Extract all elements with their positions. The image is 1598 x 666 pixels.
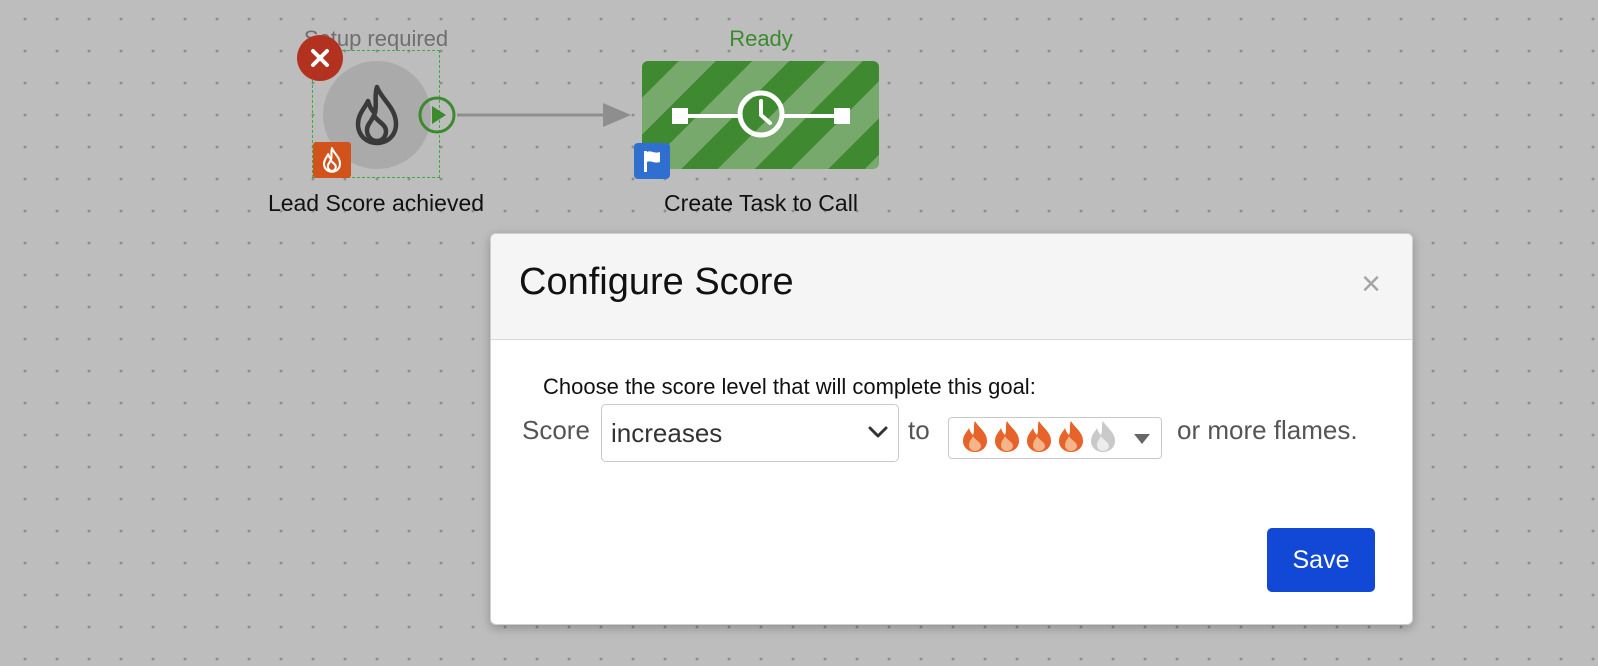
- goal-node-status: Setup required: [303, 26, 449, 51]
- flames-suffix: or more flames.: [1177, 415, 1358, 445]
- play-circle-icon: [418, 96, 456, 134]
- score-goal-badge: [313, 142, 351, 178]
- flame-icon-filled[interactable]: [959, 419, 991, 453]
- score-direction-value: increases: [611, 418, 723, 448]
- instruction-text: Choose the score level that will complet…: [543, 374, 1036, 399]
- task-node[interactable]: [642, 61, 879, 169]
- flame-icon: [322, 147, 342, 173]
- task-node-label: Create Task to Call: [664, 190, 858, 216]
- delete-node-button[interactable]: [297, 35, 343, 81]
- goal-node-label: Lead Score achieved: [267, 190, 485, 216]
- score-label: Score: [522, 415, 590, 445]
- dialog-title: Configure Score: [519, 261, 794, 303]
- flag-icon: [644, 151, 660, 172]
- clock-icon: [672, 90, 850, 138]
- close-icon: [311, 49, 329, 67]
- flame-icon: [355, 84, 399, 146]
- flame-level-picker[interactable]: [948, 417, 1162, 459]
- score-rule-row: Score increases to or more flames.: [491, 404, 1412, 464]
- save-button[interactable]: Save: [1267, 528, 1375, 592]
- configure-score-dialog: Configure Score × Choose the score level…: [490, 233, 1413, 625]
- score-direction-select[interactable]: increases: [601, 404, 899, 462]
- dialog-header: Configure Score ×: [491, 234, 1412, 340]
- output-port[interactable]: [417, 95, 457, 135]
- close-dialog-button[interactable]: ×: [1349, 262, 1393, 306]
- connector-arrow: [457, 103, 631, 127]
- chevron-down-icon: [868, 426, 888, 438]
- flame-rating: [959, 419, 1119, 458]
- flame-icon-filled[interactable]: [991, 419, 1023, 453]
- flame-icon-filled[interactable]: [1023, 419, 1055, 453]
- task-node-status: Ready: [729, 26, 793, 51]
- to-label: to: [908, 415, 930, 445]
- flame-icon-filled[interactable]: [1055, 419, 1087, 453]
- flame-icon-empty[interactable]: [1087, 419, 1119, 453]
- task-flag-badge: [634, 143, 670, 179]
- caret-down-icon: [1134, 434, 1150, 444]
